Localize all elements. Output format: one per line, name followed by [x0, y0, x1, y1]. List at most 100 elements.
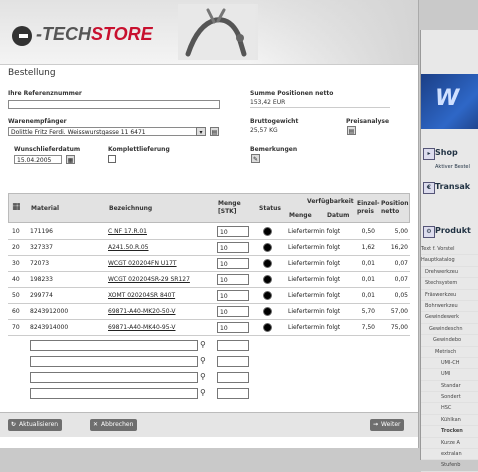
transactions-icon: € [423, 182, 435, 194]
receiver-details-icon[interactable]: ▤ [210, 127, 219, 136]
cancel-button[interactable]: ✕ Abbrechen [90, 419, 138, 431]
tree-item[interactable]: Bohrwerkzeu [421, 301, 478, 313]
calendar-icon[interactable]: ▦ [66, 155, 75, 164]
item-link[interactable]: C NF 17.R.01 [108, 228, 220, 235]
quantity-input[interactable]: 10 [217, 322, 249, 333]
tree-item[interactable]: UMI [421, 369, 478, 381]
sum-value: 153,42 EUR [250, 99, 286, 106]
reference-input[interactable] [8, 100, 220, 109]
empty-entry-row: ⚲ [8, 370, 410, 386]
tree-item[interactable]: Drehwerkzeu [421, 267, 478, 279]
chevron-down-icon[interactable]: ▾ [196, 127, 206, 136]
weight-label: Bruttogewicht [250, 118, 299, 125]
status-dot-icon [263, 227, 272, 236]
item-link[interactable]: XOMT 020204SR 840T [108, 292, 220, 299]
quantity-input[interactable]: 10 [217, 290, 249, 301]
header-bezeichnung: Bezeichnung [109, 205, 153, 212]
table-row: 70 8243914000 69871-A40-MK40-95-V 10 Lie… [8, 320, 410, 336]
tree-item[interactable]: Stechsystem [421, 278, 478, 290]
material-search-input[interactable] [30, 372, 198, 383]
quantity-input[interactable]: 10 [217, 226, 249, 237]
order-window: -TECHSTORE Bestellung Ihre Referenznumme… [0, 0, 419, 448]
item-link[interactable]: WCGT 020204FN U17T [108, 260, 220, 267]
remarks-edit-icon[interactable]: ✎ [251, 154, 260, 163]
item-link[interactable]: 69871-A40-MK40-95-V [108, 324, 220, 331]
banner-logo: W [435, 86, 460, 111]
complete-delivery-checkbox[interactable] [108, 155, 116, 163]
tree-item[interactable]: Stufenb [421, 460, 478, 472]
tree-item[interactable]: Trocken [421, 426, 478, 438]
background-window: W ▸ Shop Aktiver Bestel € Transak ⚙ Produkt… [420, 30, 478, 472]
bg-nav-active-order[interactable]: Aktiver Bestel [421, 164, 478, 170]
tree-item[interactable]: Gewindebo [421, 335, 478, 347]
header-avail-datum: Datum [327, 212, 350, 219]
table-row: 20 327337 A241.50.R.05 10 Liefertermin f… [8, 240, 410, 256]
table-header: ▦ Material Bezeichnung Menge [STK] Statu… [8, 193, 410, 223]
header-status: Status [259, 205, 281, 212]
tree-item[interactable]: extralan [421, 449, 478, 461]
header-avail-menge: Menge [289, 212, 312, 219]
empty-entry-row: ⚲ [8, 354, 410, 370]
tree-item[interactable]: HSC [421, 403, 478, 415]
tree-item[interactable]: UMI-CH [421, 358, 478, 370]
table-row: 50 299774 XOMT 020204SR 840T 10 Lieferte… [8, 288, 410, 304]
tree-item[interactable]: Text f. Vorstel [421, 244, 478, 256]
tree-item[interactable]: Gewindeschn [421, 324, 478, 336]
wish-date-input[interactable]: 15.04.2005 [14, 155, 62, 164]
status-dot-icon [263, 323, 272, 332]
quantity-input[interactable] [217, 372, 249, 383]
item-link[interactable]: A241.50.R.05 [108, 244, 220, 251]
search-icon[interactable]: ⚲ [200, 372, 206, 381]
receiver-label: Warenempfänger [8, 118, 67, 125]
refresh-button[interactable]: ↻ Aktualisieren [8, 419, 63, 431]
tree-item[interactable]: Fräswerkzeu [421, 290, 478, 301]
status-dot-icon [263, 259, 272, 268]
item-link[interactable]: WCGT 020204SR-29 SR127 [108, 276, 220, 283]
material-search-input[interactable] [30, 356, 198, 367]
tree-item[interactable]: Kühlkan [421, 415, 478, 427]
quantity-input[interactable] [217, 356, 249, 367]
material-search-input[interactable] [30, 388, 198, 399]
header-material: Material [31, 205, 60, 212]
material-search-input[interactable] [30, 340, 198, 351]
tree-item[interactable]: Sondert [421, 392, 478, 404]
background-banner: W [421, 74, 478, 129]
complete-delivery-label: Komplettlieferung [108, 146, 170, 153]
quantity-input[interactable] [217, 388, 249, 399]
search-icon[interactable]: ⚲ [200, 388, 206, 397]
tree-item[interactable]: Gewindewerk [421, 312, 478, 324]
search-icon[interactable]: ⚲ [200, 356, 206, 365]
refresh-icon: ↻ [11, 421, 17, 428]
header-einzelpreis: Einzel- [357, 200, 380, 207]
weight-value: 25,57 KG [250, 127, 278, 134]
brand-logo-icon [12, 26, 32, 46]
search-icon[interactable]: ⚲ [200, 340, 206, 349]
quantity-input[interactable]: 10 [217, 242, 249, 253]
table-row: 30 72073 WCGT 020204FN U17T 10 Lieferter… [8, 256, 410, 272]
bg-nav-products[interactable]: ⚙ Produkt [421, 226, 478, 238]
quantity-input[interactable]: 10 [217, 274, 249, 285]
table-row: 60 8243912000 69871-A40-MK20-50-V 10 Lie… [8, 304, 410, 320]
tree-item[interactable]: Kurze A [421, 438, 478, 450]
close-icon: ✕ [93, 421, 99, 428]
header-verfuegbarkeit: Verfügbarkeit [307, 198, 354, 205]
tree-item[interactable]: Standar [421, 381, 478, 393]
sum-label: Summe Positionen netto [250, 90, 334, 97]
reference-label: Ihre Referenznummer [8, 90, 82, 97]
quantity-input[interactable]: 10 [217, 258, 249, 269]
item-link[interactable]: 69871-A40-MK20-50-V [108, 308, 220, 315]
empty-entry-row: ⚲ [8, 386, 410, 402]
quantity-input[interactable] [217, 340, 249, 351]
status-dot-icon [263, 243, 272, 252]
brand-logo-text: -TECHSTORE [36, 24, 153, 44]
next-button[interactable]: → Weiter [370, 419, 405, 431]
tree-item[interactable]: Hauptkatalog [421, 255, 478, 267]
shop-icon: ▸ [423, 148, 435, 160]
receiver-select[interactable]: Dolittle Fritz Ferdi. Weisswurstgasse 11… [8, 127, 206, 136]
bg-product-tree: Text f. Vorstel Hauptkatalog Drehwerkzeu… [421, 244, 478, 472]
price-analysis-icon[interactable]: ▤ [347, 126, 356, 135]
bg-nav-transactions[interactable]: € Transak [421, 182, 478, 194]
quantity-input[interactable]: 10 [217, 306, 249, 317]
tree-item[interactable]: Metrisch [421, 347, 478, 358]
bg-nav-shop[interactable]: ▸ Shop [421, 148, 478, 160]
